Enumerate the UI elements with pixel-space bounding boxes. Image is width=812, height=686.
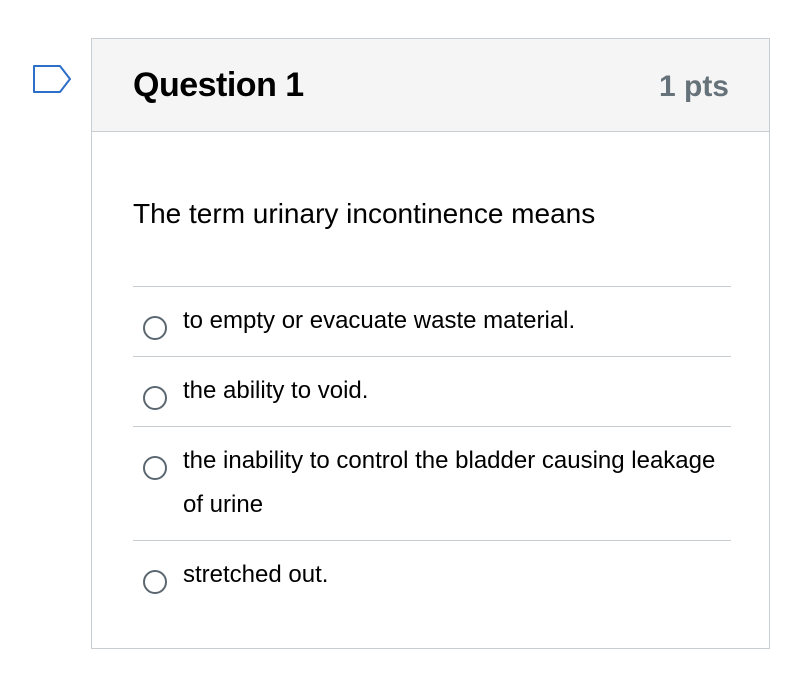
question-card: Question 1 1 pts The term urinary incont… (91, 38, 770, 649)
answer-list: to empty or evacuate waste material. the… (133, 286, 731, 610)
radio-button[interactable] (143, 570, 167, 594)
question-title: Question 1 (133, 66, 304, 104)
flag-question-icon[interactable] (32, 64, 74, 100)
answer-label: the ability to void. (183, 377, 369, 404)
question-header: Question 1 1 pts (92, 39, 769, 132)
question-points: 1 pts (658, 70, 729, 103)
question-text: The term urinary incontinence means (133, 198, 596, 229)
radio-button[interactable] (143, 386, 167, 410)
radio-button[interactable] (143, 316, 167, 340)
answer-label: the inability to control the bladder cau… (183, 447, 716, 518)
answer-option[interactable]: the inability to control the bladder cau… (133, 427, 731, 541)
answer-label: to empty or evacuate waste material. (183, 307, 576, 334)
answer-option[interactable]: stretched out. (133, 541, 731, 610)
radio-button[interactable] (143, 456, 167, 480)
answer-option[interactable]: the ability to void. (133, 357, 731, 427)
answer-option[interactable]: to empty or evacuate waste material. (133, 287, 731, 357)
answer-label: stretched out. (183, 561, 329, 588)
